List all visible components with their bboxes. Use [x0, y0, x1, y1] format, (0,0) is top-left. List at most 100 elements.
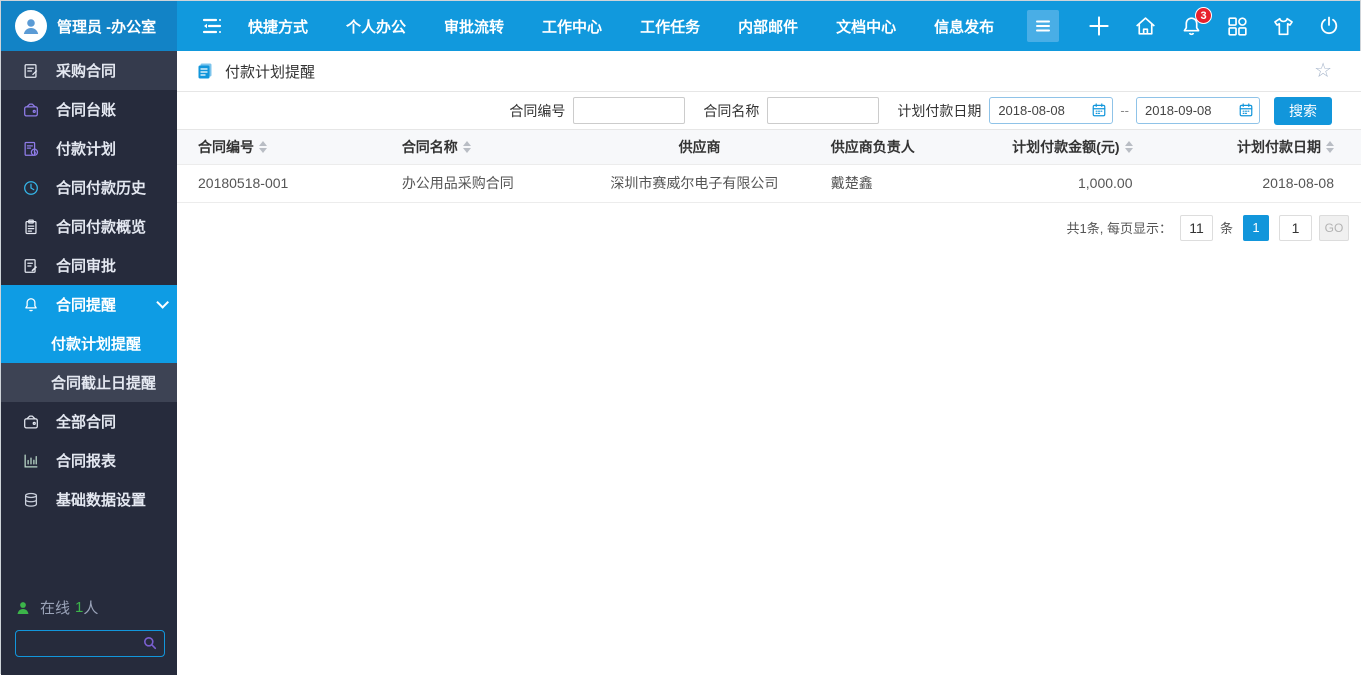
- top-nav: 快捷方式 个人办公 审批流转 工作中心 工作任务 内部邮件 文档中心 信息发布: [229, 16, 1013, 37]
- column-label: 计划付款日期: [1237, 137, 1321, 157]
- sort-arrows-icon[interactable]: [1125, 141, 1133, 153]
- nav-item-3[interactable]: 审批流转: [444, 16, 504, 37]
- doc-clock-icon: [21, 139, 41, 159]
- contract-no-label: 合同编号: [509, 101, 565, 121]
- sidebar-item-1[interactable]: 采购合同: [1, 51, 177, 90]
- more-menus-icon[interactable]: [1027, 10, 1059, 42]
- notifications-bell-icon[interactable]: 3: [1178, 13, 1204, 39]
- cell-1-3: 深圳市赛威尔电子有限公司: [589, 164, 809, 202]
- favorite-star-icon[interactable]: ☆: [1314, 61, 1332, 81]
- sidebar-item-label: 采购合同: [56, 60, 116, 81]
- sidebar-item-label: 基础数据设置: [56, 489, 146, 510]
- page-size-input[interactable]: [1180, 215, 1213, 241]
- doc-pen-icon: [21, 256, 41, 276]
- nav-item-7[interactable]: 文档中心: [836, 16, 896, 37]
- column-label: 计划付款金额(元): [1012, 137, 1119, 157]
- sidebar-item-5[interactable]: 合同付款概览: [1, 207, 177, 246]
- table-header-row: 合同编号 合同名称 供应商 供应商负责人 计划付款金额(元) 计划付款日期: [177, 130, 1361, 164]
- calendar-icon[interactable]: [1238, 102, 1254, 118]
- search-button[interactable]: 搜索: [1274, 97, 1332, 125]
- go-button[interactable]: GO: [1319, 215, 1349, 241]
- column-header-3: 供应商: [589, 130, 809, 164]
- contract-no-input[interactable]: [573, 97, 685, 124]
- cell-1-6: 2018-08-08: [1161, 164, 1361, 202]
- sidebar-item-label: 合同报表: [56, 450, 116, 471]
- column-label: 供应商负责人: [831, 137, 915, 157]
- column-header-5[interactable]: 计划付款金额(元): [990, 130, 1161, 164]
- goto-page-input[interactable]: [1279, 215, 1312, 241]
- filter-bar: 合同编号 合同名称 计划付款日期 --: [177, 92, 1361, 130]
- top-header: 管理员 -办公室 快捷方式 个人办公 审批流转 工作中心 工作任务 内部邮件 文档中心 信息发…: [1, 1, 1360, 51]
- collapse-sidebar-icon[interactable]: [195, 9, 229, 43]
- nav-item-8[interactable]: 信息发布: [934, 16, 994, 37]
- home-icon[interactable]: [1132, 13, 1158, 39]
- page-number-button[interactable]: 1: [1243, 215, 1269, 241]
- pagination: 共1条, 每页显示： 条 1 GO: [177, 203, 1361, 241]
- column-label: 合同编号: [198, 137, 254, 157]
- date-to-box: [1136, 97, 1260, 124]
- sidebar-item-label: 付款计划: [56, 138, 116, 159]
- doc-edit-icon: [21, 61, 41, 81]
- sidebar-item-label: 全部合同: [56, 411, 116, 432]
- online-status: 在线 1 人: [15, 597, 165, 618]
- sidebar-item-label: 合同截止日提醒: [51, 372, 156, 393]
- sort-arrows-icon[interactable]: [1326, 141, 1334, 153]
- sidebar-item-3[interactable]: 付款计划: [1, 129, 177, 168]
- column-header-2[interactable]: 合同名称: [381, 130, 590, 164]
- date-range-separator: --: [1120, 103, 1129, 118]
- sidebar-item-12[interactable]: 基础数据设置: [1, 480, 177, 519]
- main-content: 付款计划提醒 ☆ 合同编号 合同名称 计划付款日期 --: [177, 51, 1361, 675]
- chevron-down-icon: [156, 296, 169, 309]
- bell-icon: [21, 295, 41, 315]
- clock-icon: [21, 178, 41, 198]
- sidebar-item-4[interactable]: 合同付款历史: [1, 168, 177, 207]
- cell-1-2: 办公用品采购合同: [381, 164, 590, 202]
- cell-1-5: 1,000.00: [990, 164, 1161, 202]
- table-row[interactable]: 20180518-001办公用品采购合同深圳市赛威尔电子有限公司戴楚鑫1,000…: [177, 164, 1361, 202]
- online-suffix: 人: [83, 597, 98, 618]
- online-count: 1: [75, 599, 83, 616]
- sidebar-item-label: 合同付款概览: [56, 216, 146, 237]
- contract-name-label: 合同名称: [703, 101, 759, 121]
- power-logout-icon[interactable]: [1316, 13, 1342, 39]
- sort-arrows-icon[interactable]: [463, 141, 471, 153]
- search-icon[interactable]: [142, 635, 158, 651]
- page-doc-icon: [195, 61, 215, 81]
- column-header-6[interactable]: 计划付款日期: [1161, 130, 1361, 164]
- sidebar-item-7[interactable]: 合同提醒: [1, 285, 177, 324]
- sidebar-item-label: 合同提醒: [56, 294, 116, 315]
- calendar-icon[interactable]: [1091, 102, 1107, 118]
- column-header-4: 供应商负责人: [810, 130, 990, 164]
- sidebar-item-9[interactable]: 合同截止日提醒: [1, 363, 177, 402]
- app-window: 管理员 -办公室 快捷方式 个人办公 审批流转 工作中心 工作任务 内部邮件 文档中心 信息发…: [0, 0, 1361, 674]
- new-item-icon[interactable]: [1086, 13, 1112, 39]
- page-title: 付款计划提醒: [225, 61, 315, 82]
- sort-arrows-icon[interactable]: [259, 141, 267, 153]
- column-label: 合同名称: [402, 137, 458, 157]
- sidebar-item-label: 合同审批: [56, 255, 116, 276]
- online-label: 在线: [40, 597, 70, 618]
- avatar: [15, 10, 47, 42]
- sidebar-item-6[interactable]: 合同审批: [1, 246, 177, 285]
- database-icon: [21, 490, 41, 510]
- nav-item-6[interactable]: 内部邮件: [738, 16, 798, 37]
- page-title-bar: 付款计划提醒 ☆: [177, 51, 1361, 92]
- column-header-1[interactable]: 合同编号: [177, 130, 381, 164]
- nav-item-4[interactable]: 工作中心: [542, 16, 602, 37]
- apps-grid-icon[interactable]: [1224, 13, 1250, 39]
- contract-name-input[interactable]: [767, 97, 879, 124]
- notification-badge: 3: [1195, 7, 1212, 24]
- sidebar-item-11[interactable]: 合同报表: [1, 441, 177, 480]
- nav-item-5[interactable]: 工作任务: [640, 16, 700, 37]
- sidebar-item-2[interactable]: 合同台账: [1, 90, 177, 129]
- theme-shirt-icon[interactable]: [1270, 13, 1296, 39]
- nav-item-2[interactable]: 个人办公: [346, 16, 406, 37]
- sidebar-menu: 采购合同合同台账付款计划合同付款历史合同付款概览合同审批合同提醒付款计划提醒合同…: [1, 51, 177, 587]
- column-label: 供应商: [679, 137, 721, 157]
- nav-item-1[interactable]: 快捷方式: [248, 16, 308, 37]
- sidebar-item-10[interactable]: 全部合同: [1, 402, 177, 441]
- user-block[interactable]: 管理员 -办公室: [1, 1, 177, 51]
- top-nav-area: 快捷方式 个人办公 审批流转 工作中心 工作任务 内部邮件 文档中心 信息发布: [177, 1, 1360, 51]
- sidebar-item-8[interactable]: 付款计划提醒: [1, 324, 177, 363]
- sidebar-item-label: 合同付款历史: [56, 177, 146, 198]
